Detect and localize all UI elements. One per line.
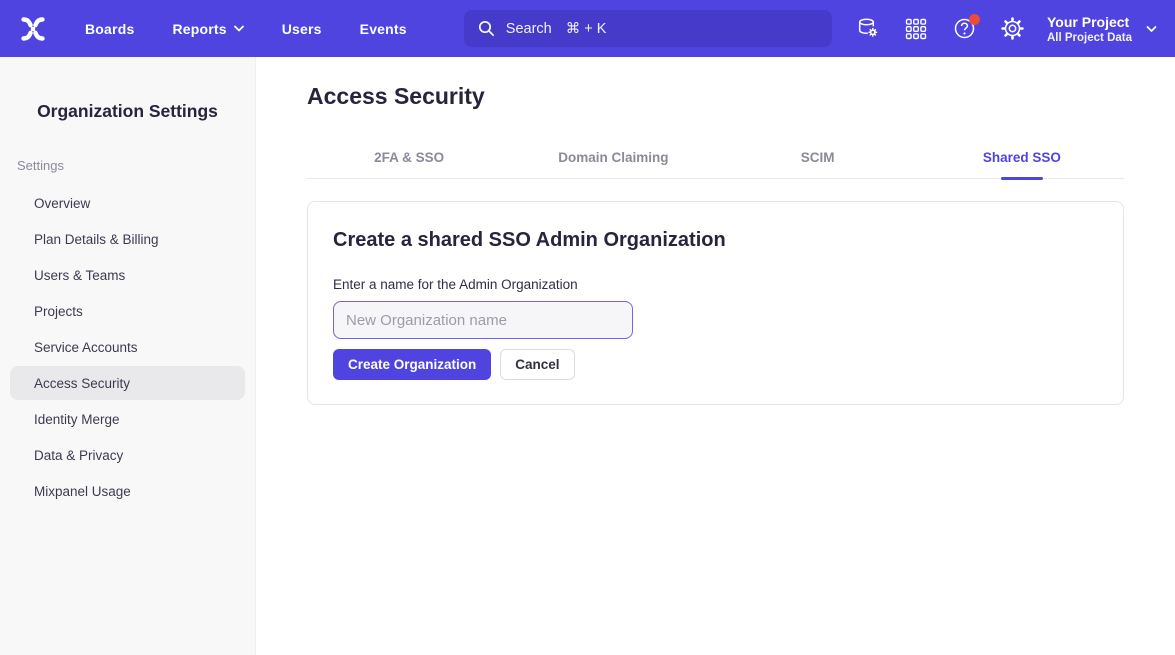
search-icon xyxy=(478,20,495,37)
project-subtitle: All Project Data xyxy=(1047,31,1132,45)
nav-item-users[interactable]: Users xyxy=(282,21,322,37)
help-button[interactable] xyxy=(951,16,977,42)
apps-grid-icon xyxy=(905,18,927,40)
project-info: Your Project All Project Data xyxy=(1047,13,1132,45)
mixpanel-logo-icon xyxy=(19,15,47,43)
cancel-button[interactable]: Cancel xyxy=(500,349,574,380)
button-row: Create Organization Cancel xyxy=(333,349,1098,380)
sidebar-item-projects[interactable]: Projects xyxy=(10,294,245,328)
search-input[interactable]: Search ⌘ + K xyxy=(464,10,832,47)
sidebar-item-label: Data & Privacy xyxy=(34,448,123,463)
sidebar: Organization Settings Settings Overview … xyxy=(0,57,256,655)
shared-sso-card: Create a shared SSO Admin Organization E… xyxy=(307,201,1124,405)
tab-scim[interactable]: SCIM xyxy=(716,150,920,178)
sidebar-item-label: Plan Details & Billing xyxy=(34,232,159,247)
card-title: Create a shared SSO Admin Organization xyxy=(333,229,1098,252)
sidebar-item-label: Users & Teams xyxy=(34,268,125,283)
tab-label: 2FA & SSO xyxy=(374,150,444,165)
project-name: Your Project xyxy=(1047,13,1132,31)
sidebar-item-identity-merge[interactable]: Identity Merge xyxy=(10,402,245,436)
chevron-down-icon xyxy=(234,25,244,32)
nav-item-reports[interactable]: Reports xyxy=(172,21,243,37)
sidebar-item-data-privacy[interactable]: Data & Privacy xyxy=(10,438,245,472)
nav-right-controls: Your Project All Project Data xyxy=(855,13,1157,45)
tab-domain-claiming[interactable]: Domain Claiming xyxy=(511,150,715,178)
sidebar-item-label: Projects xyxy=(34,304,83,319)
tab-bar: 2FA & SSO Domain Claiming SCIM Shared SS… xyxy=(307,150,1124,179)
nav-item-label: Reports xyxy=(172,21,226,37)
search-shortcut: ⌘ + K xyxy=(566,21,607,37)
sidebar-item-label: Mixpanel Usage xyxy=(34,484,131,499)
nav-item-label: Boards xyxy=(85,21,134,37)
chevron-down-icon xyxy=(1146,25,1157,33)
sidebar-section-label: Settings xyxy=(17,158,255,173)
nav-item-label: Events xyxy=(360,21,407,37)
data-management-button[interactable] xyxy=(855,16,881,42)
tab-shared-sso[interactable]: Shared SSO xyxy=(920,150,1124,178)
app-body: Organization Settings Settings Overview … xyxy=(0,57,1175,655)
org-name-input[interactable] xyxy=(333,301,633,339)
create-organization-button[interactable]: Create Organization xyxy=(333,349,491,380)
sidebar-items: Overview Plan Details & Billing Users & … xyxy=(0,186,255,508)
sidebar-item-mixpanel-usage[interactable]: Mixpanel Usage xyxy=(10,474,245,508)
nav-item-label: Users xyxy=(282,21,322,37)
apps-grid-button[interactable] xyxy=(903,16,929,42)
notification-dot xyxy=(969,14,980,25)
org-name-label: Enter a name for the Admin Organization xyxy=(333,277,1098,292)
top-navigation: Boards Reports Users Events Search ⌘ + K xyxy=(0,0,1175,57)
sidebar-item-label: Overview xyxy=(34,196,90,211)
nav-links: Boards Reports Users Events xyxy=(85,21,407,37)
gear-icon xyxy=(1001,17,1024,40)
sidebar-item-label: Service Accounts xyxy=(34,340,138,355)
tab-label: Shared SSO xyxy=(983,150,1061,165)
nav-item-events[interactable]: Events xyxy=(360,21,407,37)
sidebar-item-access-security[interactable]: Access Security xyxy=(10,366,245,400)
tab-2fa-sso[interactable]: 2FA & SSO xyxy=(307,150,511,178)
page-title: Access Security xyxy=(307,83,1124,110)
tab-label: Domain Claiming xyxy=(558,150,668,165)
sidebar-item-plan-details-billing[interactable]: Plan Details & Billing xyxy=(10,222,245,256)
sidebar-item-label: Identity Merge xyxy=(34,412,120,427)
database-gear-icon xyxy=(857,17,880,40)
sidebar-item-label: Access Security xyxy=(34,376,130,391)
sidebar-item-users-teams[interactable]: Users & Teams xyxy=(10,258,245,292)
project-switcher[interactable]: Your Project All Project Data xyxy=(1047,13,1157,45)
tab-label: SCIM xyxy=(801,150,835,165)
mixpanel-logo[interactable] xyxy=(18,14,48,44)
sidebar-item-service-accounts[interactable]: Service Accounts xyxy=(10,330,245,364)
sidebar-title: Organization Settings xyxy=(0,101,255,122)
sidebar-item-overview[interactable]: Overview xyxy=(10,186,245,220)
main-content: Access Security 2FA & SSO Domain Claimin… xyxy=(256,57,1175,655)
nav-item-boards[interactable]: Boards xyxy=(85,21,134,37)
settings-button[interactable] xyxy=(999,16,1025,42)
search-placeholder: Search xyxy=(506,21,552,37)
